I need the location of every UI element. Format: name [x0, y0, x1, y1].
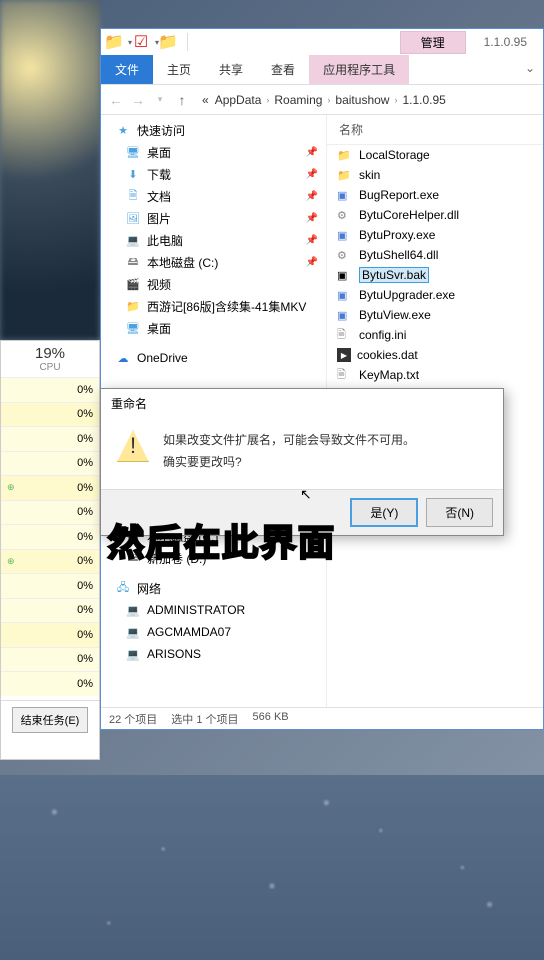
nav-downloads[interactable]: ⬇下载📌 — [101, 163, 326, 185]
nav-quick-access[interactable]: ★快速访问 — [101, 119, 326, 141]
nav-pictures[interactable]: 🖼图片📌 — [101, 207, 326, 229]
cpu-percent: 19% — [5, 345, 95, 362]
taskmgr-process-row[interactable]: 0% — [1, 500, 99, 525]
pin-icon: 📌 — [306, 257, 318, 268]
task-manager-panel: 19% CPU 0%0%0%0%⊕0%0%0%⊕0%0%0%0%0%0% 结束任… — [0, 340, 100, 760]
nav-up-icon[interactable]: ↑ — [171, 89, 193, 111]
chevron-down-icon[interactable]: ▾ — [149, 89, 171, 111]
tab-app-tools[interactable]: 应用程序工具 — [309, 55, 409, 84]
tab-share[interactable]: 共享 — [205, 55, 257, 84]
status-size: 566 KB — [253, 711, 289, 726]
folder-icon-2: 📁 — [159, 33, 177, 51]
file-item[interactable]: ⚙BytuCoreHelper.dll — [327, 205, 543, 225]
cursor-icon: ↖ — [300, 486, 312, 503]
breadcrumb[interactable]: « AppData› Roaming› baitushow› 1.1.0.95 — [199, 93, 449, 107]
taskmgr-process-row[interactable]: 0% — [1, 647, 99, 672]
nav-network[interactable]: 🖧网络 — [101, 577, 326, 599]
tab-home[interactable]: 主页 — [153, 55, 205, 84]
file-item[interactable]: ⚙BytuShell64.dll — [327, 245, 543, 265]
folder-icon: 📁 — [105, 33, 123, 51]
pin-icon: 📌 — [306, 191, 318, 202]
file-item[interactable]: ▣BytuUpgrader.exe — [327, 285, 543, 305]
nav-folder-xiyou[interactable]: 📁西游记[86版]含续集-41集MKV — [101, 295, 326, 317]
column-header-name[interactable]: 名称 — [327, 115, 543, 145]
dialog-message-1: 如果改变文件扩展名，可能会导致文件不可用。 — [163, 430, 415, 452]
taskmgr-process-row[interactable]: 0% — [1, 426, 99, 451]
nav-desktop[interactable]: 🖥桌面📌 — [101, 141, 326, 163]
dialog-title: 重命名 — [101, 389, 503, 418]
nav-desktop-2[interactable]: 🖥桌面 — [101, 317, 326, 339]
taskmgr-process-row[interactable]: ⊕0% — [1, 549, 99, 574]
end-task-button[interactable]: 结束任务(E) — [12, 707, 89, 733]
cpu-label: CPU — [5, 362, 95, 373]
nav-computer-admin[interactable]: 💻ADMINISTRATOR — [101, 599, 326, 621]
address-bar: ← → ▾ ↑ « AppData› Roaming› baitushow› 1… — [101, 85, 543, 115]
nav-back-icon[interactable]: ← — [105, 89, 127, 111]
nav-thispc[interactable]: 💻此电脑📌 — [101, 229, 326, 251]
taskmgr-process-row[interactable]: 0% — [1, 622, 99, 647]
taskmgr-process-row[interactable]: 0% — [1, 573, 99, 598]
warning-icon: ! — [117, 430, 149, 462]
file-item[interactable]: ▣BytuProxy.exe — [327, 225, 543, 245]
taskmgr-process-row[interactable]: 0% — [1, 671, 99, 696]
file-explorer-window: 📁▾ ☑▾ 📁 管理 1.1.0.95 文件 主页 共享 查看 应用程序工具 ⌄… — [100, 28, 544, 730]
titlebar: 📁▾ ☑▾ 📁 管理 1.1.0.95 — [101, 29, 543, 55]
file-item[interactable]: ▶cookies.dat — [327, 345, 543, 365]
yes-button[interactable]: 是(Y) — [350, 498, 418, 527]
nav-onedrive[interactable]: ☁OneDrive — [101, 347, 326, 369]
status-selected: 选中 1 个项目 — [171, 711, 238, 726]
nav-documents[interactable]: 🗎文档📌 — [101, 185, 326, 207]
manage-tab[interactable]: 管理 — [400, 31, 466, 54]
file-item[interactable]: 🗎KeyMap.txt — [327, 365, 543, 385]
nav-local-c[interactable]: 🖴本地磁盘 (C:)📌 — [101, 251, 326, 273]
tab-view[interactable]: 查看 — [257, 55, 309, 84]
status-bar: 22 个项目 选中 1 个项目 566 KB — [101, 707, 543, 729]
taskmgr-process-row[interactable]: 0% — [1, 377, 99, 402]
tab-file[interactable]: 文件 — [101, 55, 153, 84]
dialog-message-2: 确实要更改吗? — [163, 452, 415, 474]
pin-icon: 📌 — [306, 169, 318, 180]
file-item[interactable]: ▣BytuSvr.bak — [327, 265, 543, 285]
taskmgr-process-row[interactable]: 0% — [1, 402, 99, 427]
taskmgr-process-row[interactable]: 0% — [1, 451, 99, 476]
taskmgr-process-row[interactable]: 0% — [1, 524, 99, 549]
no-button[interactable]: 否(N) — [426, 498, 493, 527]
check-icon[interactable]: ☑ — [132, 33, 150, 51]
status-item-count: 22 个项目 — [109, 711, 157, 726]
pin-icon: 📌 — [306, 235, 318, 246]
ribbon: 文件 主页 共享 查看 应用程序工具 ⌄ — [101, 55, 543, 85]
pin-icon: 📌 — [306, 147, 318, 158]
nav-forward-icon[interactable]: → — [127, 89, 149, 111]
nav-computer-agc[interactable]: 💻AGCMAMDA07 — [101, 621, 326, 643]
file-item[interactable]: ▣BugReport.exe — [327, 185, 543, 205]
taskmgr-process-row[interactable]: ⊕0% — [1, 475, 99, 500]
nav-computer-arisons[interactable]: 💻ARISONS — [101, 643, 326, 665]
window-title-version: 1.1.0.95 — [484, 35, 527, 49]
taskmgr-process-row[interactable]: 0% — [1, 598, 99, 623]
video-caption-overlay: 然后在此界面 — [108, 514, 336, 566]
file-item[interactable]: 📁LocalStorage — [327, 145, 543, 165]
pin-icon: 📌 — [306, 213, 318, 224]
ribbon-expand-icon[interactable]: ⌄ — [517, 55, 543, 84]
nav-videos[interactable]: 🎬视频 — [101, 273, 326, 295]
file-item[interactable]: 🗎config.ini — [327, 325, 543, 345]
file-item[interactable]: ▣BytuView.exe — [327, 305, 543, 325]
file-item[interactable]: 📁skin — [327, 165, 543, 185]
